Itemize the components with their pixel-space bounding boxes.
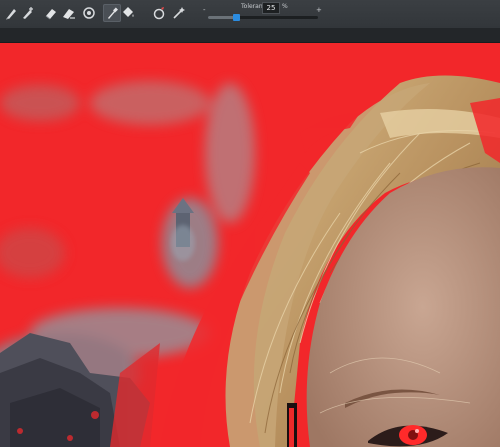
image-canvas[interactable] [0,43,500,447]
photo-with-mask-overlay [0,43,500,447]
selection-brush-icon[interactable] [150,4,168,22]
eraser-brush-icon[interactable] [60,4,78,22]
tolerance-slider-thumb[interactable] [232,14,240,21]
tolerance-increase[interactable]: + [316,6,322,14]
tool-options-bar: - Tolerance 25 % + [0,0,500,28]
tolerance-slider[interactable] [208,14,318,21]
refine-brush-icon[interactable] [80,4,98,22]
fill-icon[interactable] [119,4,137,22]
tolerance-decrease[interactable]: - [203,6,206,14]
canvas-header-strip [0,28,500,43]
tolerance-value-field[interactable]: 25 [262,2,280,14]
earring-mask [287,403,297,447]
tolerance-unit: % [282,3,288,10]
brush-plus-icon[interactable] [19,4,37,22]
tolerance-slider-fill [208,16,236,19]
eraser-icon[interactable] [42,4,60,22]
magic-wand-icon[interactable] [170,4,188,22]
